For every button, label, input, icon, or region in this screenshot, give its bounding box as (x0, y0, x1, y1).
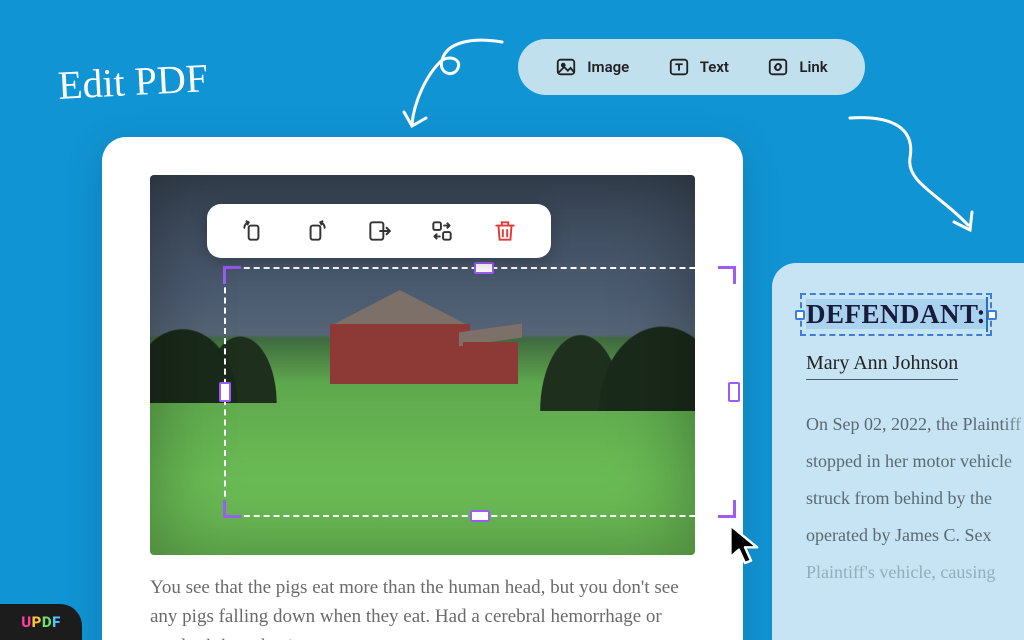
selected-text-box[interactable]: DEFENDANT: (806, 297, 986, 332)
text-handle-left[interactable] (795, 310, 805, 320)
resize-handle-tr[interactable] (718, 266, 736, 284)
arrow-wavy-icon (840, 110, 1000, 250)
page-title: Edit PDF (57, 54, 209, 109)
text-mode-label: Text (700, 58, 729, 76)
image-mode-label: Image (587, 58, 629, 76)
legal-line: struck from behind by the (806, 480, 1022, 517)
document-card: You see that the pigs eat more than the … (102, 137, 743, 640)
text-caret (986, 297, 988, 332)
resize-handle-bl[interactable] (223, 500, 241, 518)
rotate-right-button[interactable] (299, 214, 333, 248)
defendant-name[interactable]: Mary Ann Johnson (806, 352, 958, 380)
mouse-cursor-icon (728, 523, 762, 567)
text-handle-right[interactable] (987, 310, 997, 320)
replace-image-button[interactable] (425, 214, 459, 248)
arrow-swoosh-icon (392, 32, 512, 142)
image-icon (555, 56, 577, 78)
image-selection-box[interactable] (224, 267, 735, 517)
resize-handle-tl[interactable] (223, 266, 241, 284)
legal-line: stopped in her motor vehicle (806, 443, 1022, 480)
resize-handle-right[interactable] (728, 382, 740, 402)
edit-mode-toolbar: Image Text Link (518, 39, 865, 95)
link-mode-label: Link (799, 58, 827, 76)
text-edit-panel: DEFENDANT: Mary Ann Johnson On Sep 02, 2… (772, 263, 1024, 640)
text-icon (668, 56, 690, 78)
image-mode-button[interactable]: Image (555, 56, 629, 78)
legal-line: On Sep 02, 2022, the Plaintiff (806, 406, 1022, 443)
delete-image-button[interactable] (488, 214, 522, 248)
legal-line: operated by James C. Sex (806, 517, 1022, 554)
extract-image-button[interactable] (362, 214, 396, 248)
defendant-heading[interactable]: DEFENDANT: (806, 299, 986, 329)
resize-handle-bottom[interactable] (470, 510, 490, 522)
link-icon (767, 56, 789, 78)
rotate-left-button[interactable] (236, 214, 270, 248)
legal-line: Plaintiff's vehicle, causing (806, 554, 1022, 591)
resize-handle-left[interactable] (219, 382, 231, 402)
text-mode-button[interactable]: Text (668, 56, 729, 78)
embedded-image[interactable] (150, 175, 695, 555)
legal-body-text[interactable]: On Sep 02, 2022, the Plaintiff stopped i… (806, 406, 1022, 590)
link-mode-button[interactable]: Link (767, 56, 827, 78)
image-edit-toolbar (207, 204, 551, 258)
resize-handle-top[interactable] (474, 262, 494, 274)
brand-badge: UPDF (0, 604, 82, 640)
resize-handle-br[interactable] (718, 500, 736, 518)
document-body-text[interactable]: You see that the pigs eat more than the … (150, 573, 695, 640)
